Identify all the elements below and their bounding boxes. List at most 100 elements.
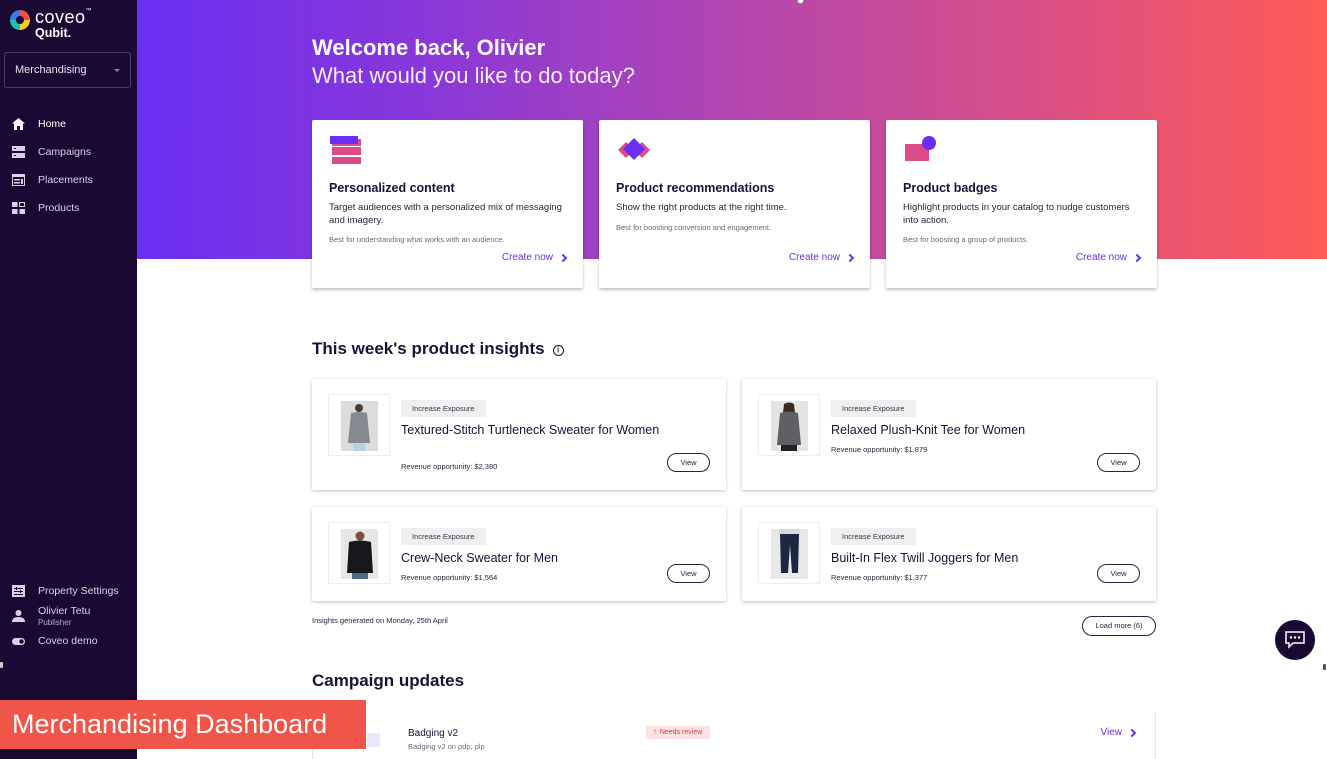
campaign-updates-title: Campaign updates — [312, 671, 465, 690]
alert-icon: ! — [654, 729, 656, 736]
cta-label: Create now — [788, 252, 840, 263]
sidebar-item-label: Placements — [38, 174, 93, 186]
coveo-logo-icon — [10, 10, 30, 30]
user-avatar-icon — [12, 610, 25, 622]
load-more-button[interactable]: Load more (6) — [1082, 616, 1156, 636]
cta-label: Create now — [1075, 252, 1127, 263]
products-icon — [12, 202, 25, 214]
status-text: Needs review — [659, 729, 703, 736]
sidebar-item-products[interactable]: Products — [0, 194, 137, 222]
scroll-indicator — [1323, 664, 1326, 670]
settings-sliders-icon — [12, 585, 25, 597]
insight-card: Increase Exposure Relaxed Plush-Knit Tee… — [742, 379, 1156, 490]
card-title: Personalized content — [329, 181, 455, 195]
product-image — [758, 394, 820, 456]
trademark: ™ — [85, 8, 93, 14]
chat-button[interactable] — [1275, 620, 1315, 660]
product-image — [328, 522, 390, 584]
card-description: Target audiences with a personalized mix… — [329, 202, 562, 226]
insight-card: Increase Exposure Textured-Stitch Turtle… — [312, 379, 726, 490]
card-hint: Best for boosting conversion and engagem… — [616, 222, 772, 232]
card-description: Highlight products in your catalog to nu… — [903, 202, 1130, 226]
view-insight-button[interactable]: View — [1097, 564, 1140, 583]
card-hint: Best for understanding what works with a… — [329, 235, 505, 244]
toggle-icon — [12, 638, 25, 645]
campaign-type-icon — [367, 733, 380, 747]
chevron-right-icon — [558, 253, 568, 262]
sidebar-item-home[interactable]: Home — [0, 110, 137, 138]
product-badges-card[interactable]: Product badges Highlight products in you… — [886, 120, 1157, 288]
sidebar: coveo™ Qubit. Merchandising Home Campaig… — [0, 0, 137, 759]
create-personalized-content-link[interactable]: Create now — [501, 252, 568, 263]
badges-icon — [905, 136, 936, 161]
cta-label: Create now — [501, 252, 553, 263]
sidebar-nav: Home Campaigns Placements Products — [0, 110, 137, 222]
insight-tag: Increase Exposure — [831, 528, 916, 545]
card-description: Show the right products at the right tim… — [616, 202, 787, 213]
status-badge: ! Needs review — [646, 726, 711, 739]
resize-handle — [0, 662, 3, 668]
insights-section-title: This week's product insights i — [312, 339, 564, 359]
property-switcher[interactable]: Coveo demo — [0, 630, 137, 652]
campaigns-icon — [12, 146, 25, 158]
card-title: Product recommendations — [616, 181, 775, 195]
property-settings-label: Property Settings — [38, 585, 119, 597]
view-campaign-link[interactable]: View — [1100, 727, 1137, 738]
insight-tag: Increase Exposure — [831, 400, 916, 417]
personalized-content-icon — [330, 136, 361, 165]
caption-banner: Merchandising Dashboard — [0, 700, 366, 749]
product-name: Relaxed Plush-Knit Tee for Women — [831, 423, 1026, 437]
coveo-qubit-logo[interactable]: coveo™ Qubit. — [9, 8, 92, 40]
product-image — [328, 394, 390, 456]
chat-bubble-icon — [1285, 631, 1305, 649]
placements-icon — [12, 174, 25, 186]
property-settings-link[interactable]: Property Settings — [0, 580, 137, 602]
insight-tag: Increase Exposure — [401, 400, 486, 417]
card-title: Product badges — [903, 181, 998, 195]
product-image — [758, 522, 820, 584]
revenue-opportunity: Revenue opportunity: $2,380 — [401, 462, 498, 471]
personalized-content-card[interactable]: Personalized content Target audiences wi… — [312, 120, 583, 288]
sidebar-item-label: Products — [38, 202, 80, 214]
view-insight-button[interactable]: View — [667, 453, 710, 472]
insight-card: Increase Exposure Built-In Flex Twill Jo… — [742, 507, 1156, 601]
recommendations-icon — [618, 138, 650, 160]
product-recommendations-card[interactable]: Product recommendations Show the right p… — [599, 120, 870, 288]
property-name: Coveo demo — [38, 635, 98, 647]
campaign-row[interactable]: Badging v2 Badging v2 on pdp, plp ! Need… — [312, 712, 1156, 759]
product-name: Textured-Stitch Turtleneck Sweater for W… — [401, 423, 660, 437]
welcome-title: Welcome back, Olivier — [312, 35, 546, 60]
home-icon — [12, 118, 25, 130]
revenue-opportunity: Revenue opportunity: $1,879 — [831, 445, 928, 454]
workspace-selector[interactable]: Merchandising — [4, 52, 131, 88]
user-name: Olivier Tetu — [38, 605, 91, 617]
create-badges-link[interactable]: Create now — [1075, 252, 1142, 263]
insight-card: Increase Exposure Crew-Neck Sweater for … — [312, 507, 726, 601]
sidebar-item-campaigns[interactable]: Campaigns — [0, 138, 137, 166]
welcome-header: Welcome back, Olivier What would you lik… — [312, 35, 635, 91]
welcome-subtitle: What would you like to do today? — [312, 63, 635, 88]
product-photo-sweater-grey — [348, 404, 370, 451]
caret-down-icon — [114, 68, 120, 72]
view-insight-button[interactable]: View — [1097, 453, 1140, 472]
insights-title-text: This week's product insights — [312, 339, 545, 358]
info-icon[interactable]: i — [552, 345, 564, 356]
create-recommendations-link[interactable]: Create now — [788, 252, 855, 263]
view-label: View — [1100, 727, 1123, 738]
chevron-right-icon — [1132, 253, 1142, 262]
view-insight-button[interactable]: View — [667, 564, 710, 583]
card-hint: Best for boosting a group of products. — [903, 235, 1029, 244]
product-photo-joggers-navy — [779, 529, 800, 577]
chevron-right-icon — [845, 253, 855, 262]
chevron-right-icon — [1127, 728, 1137, 737]
user-profile[interactable]: Olivier Tetu Publisher — [0, 602, 137, 630]
product-name: Crew-Neck Sweater for Men — [401, 551, 558, 565]
sidebar-footer: Property Settings Olivier Tetu Publisher… — [0, 580, 137, 652]
insights-generated-note: Insights generated on Monday, 25th April — [312, 616, 448, 625]
sidebar-item-placements[interactable]: Placements — [0, 166, 137, 194]
revenue-opportunity: Revenue opportunity: $1,564 — [401, 573, 498, 582]
product-photo-tee-grey — [777, 402, 801, 451]
campaign-subtitle: Badging v2 on pdp, plp — [408, 742, 485, 751]
sidebar-item-label: Home — [38, 118, 67, 130]
insight-tag: Increase Exposure — [401, 528, 486, 545]
